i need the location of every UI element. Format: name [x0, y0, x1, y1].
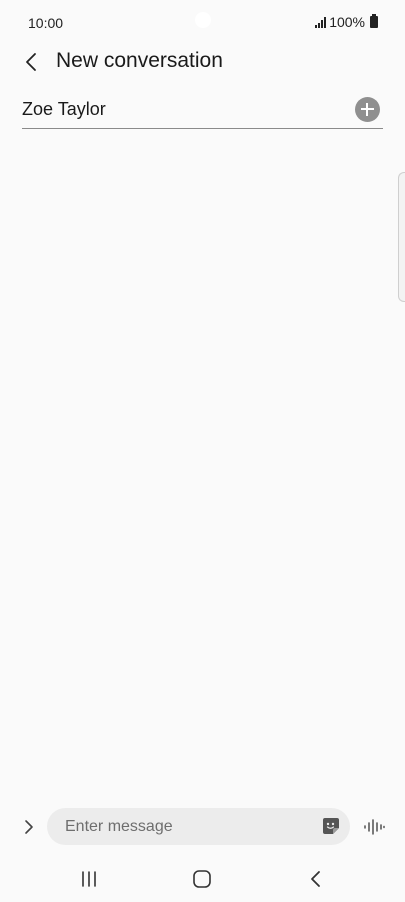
status-indicators: 100% [315, 14, 378, 30]
message-field [47, 808, 350, 845]
header: New conversation [0, 44, 405, 80]
add-recipient-button[interactable] [355, 97, 380, 122]
camera-cutout [195, 12, 211, 28]
chevron-right-icon[interactable] [18, 816, 40, 838]
message-composer [0, 808, 405, 846]
recents-icon[interactable] [78, 870, 100, 888]
voice-waveform-icon[interactable] [362, 817, 386, 837]
page-title: New conversation [56, 49, 223, 72]
screen: 10:00 100% New conversation Zoe Taylor [0, 0, 405, 902]
status-bar: 10:00 100% [0, 0, 405, 44]
scroll-handle[interactable] [398, 172, 405, 302]
navigation-bar [0, 858, 405, 902]
chevron-left-icon[interactable] [20, 50, 44, 74]
signal-icon [315, 16, 327, 28]
message-input[interactable] [65, 808, 295, 845]
battery-percent: 100% [329, 14, 365, 30]
recipient-field[interactable]: Zoe Taylor [22, 92, 383, 129]
home-icon[interactable] [191, 869, 213, 889]
sticker-icon[interactable] [322, 817, 340, 835]
recipient-name[interactable]: Zoe Taylor [22, 99, 106, 120]
status-time: 10:00 [28, 15, 64, 31]
back-icon[interactable] [304, 869, 326, 889]
battery-icon [370, 14, 378, 28]
